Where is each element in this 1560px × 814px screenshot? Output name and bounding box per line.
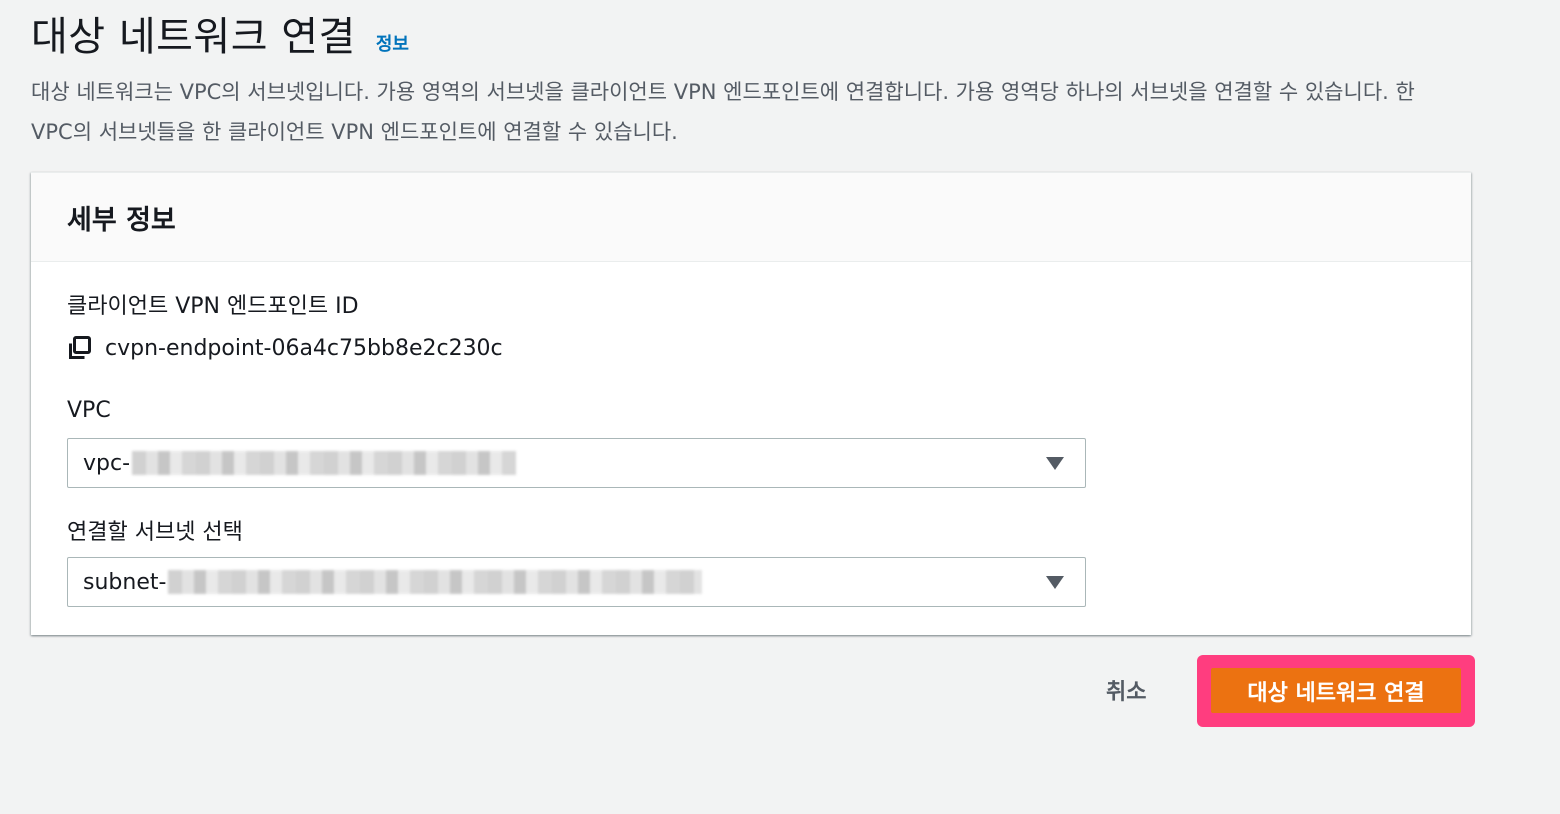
vpc-dropdown-caret-icon (1046, 457, 1064, 470)
redacted-subnet-id (168, 570, 703, 594)
vpc-select-value: vpc- (83, 450, 517, 476)
endpoint-id-row: cvpn-endpoint-06a4c75bb8e2c230c (67, 335, 503, 361)
subnet-dropdown-caret-icon (1046, 576, 1064, 589)
details-panel-header: 세부 정보 (31, 173, 1471, 262)
vpc-label: VPC (67, 398, 111, 423)
cancel-button[interactable]: 취소 (1096, 666, 1156, 714)
info-link[interactable]: 정보 (376, 30, 409, 56)
details-panel-title: 세부 정보 (67, 204, 176, 236)
details-panel: 세부 정보 클라이언트 VPN 엔드포인트 ID cvpn-endpoint-0… (31, 172, 1471, 635)
endpoint-id-value: cvpn-endpoint-06a4c75bb8e2c230c (105, 335, 503, 361)
subnet-select-text: subnet- (83, 569, 167, 595)
subnet-label: 연결할 서브넷 선택 (67, 520, 243, 545)
page-title: 대상 네트워크 연결 (31, 14, 356, 60)
endpoint-id-label: 클라이언트 VPN 엔드포인트 ID (67, 294, 359, 319)
vpc-select-text: vpc- (83, 450, 131, 476)
subnet-select[interactable]: subnet- (67, 557, 1086, 607)
page-description: 대상 네트워크는 VPC의 서브넷입니다. 가용 영역의 서브넷을 클라이언트 … (31, 80, 1415, 144)
redacted-vpc-id (132, 451, 517, 475)
copy-icon[interactable] (67, 335, 93, 361)
page-header: 대상 네트워크 연결 정보 (31, 4, 409, 62)
vpc-select[interactable]: vpc- (67, 438, 1086, 488)
associate-target-network-button[interactable]: 대상 네트워크 연결 (1211, 668, 1461, 713)
subnet-select-value: subnet- (83, 569, 703, 595)
